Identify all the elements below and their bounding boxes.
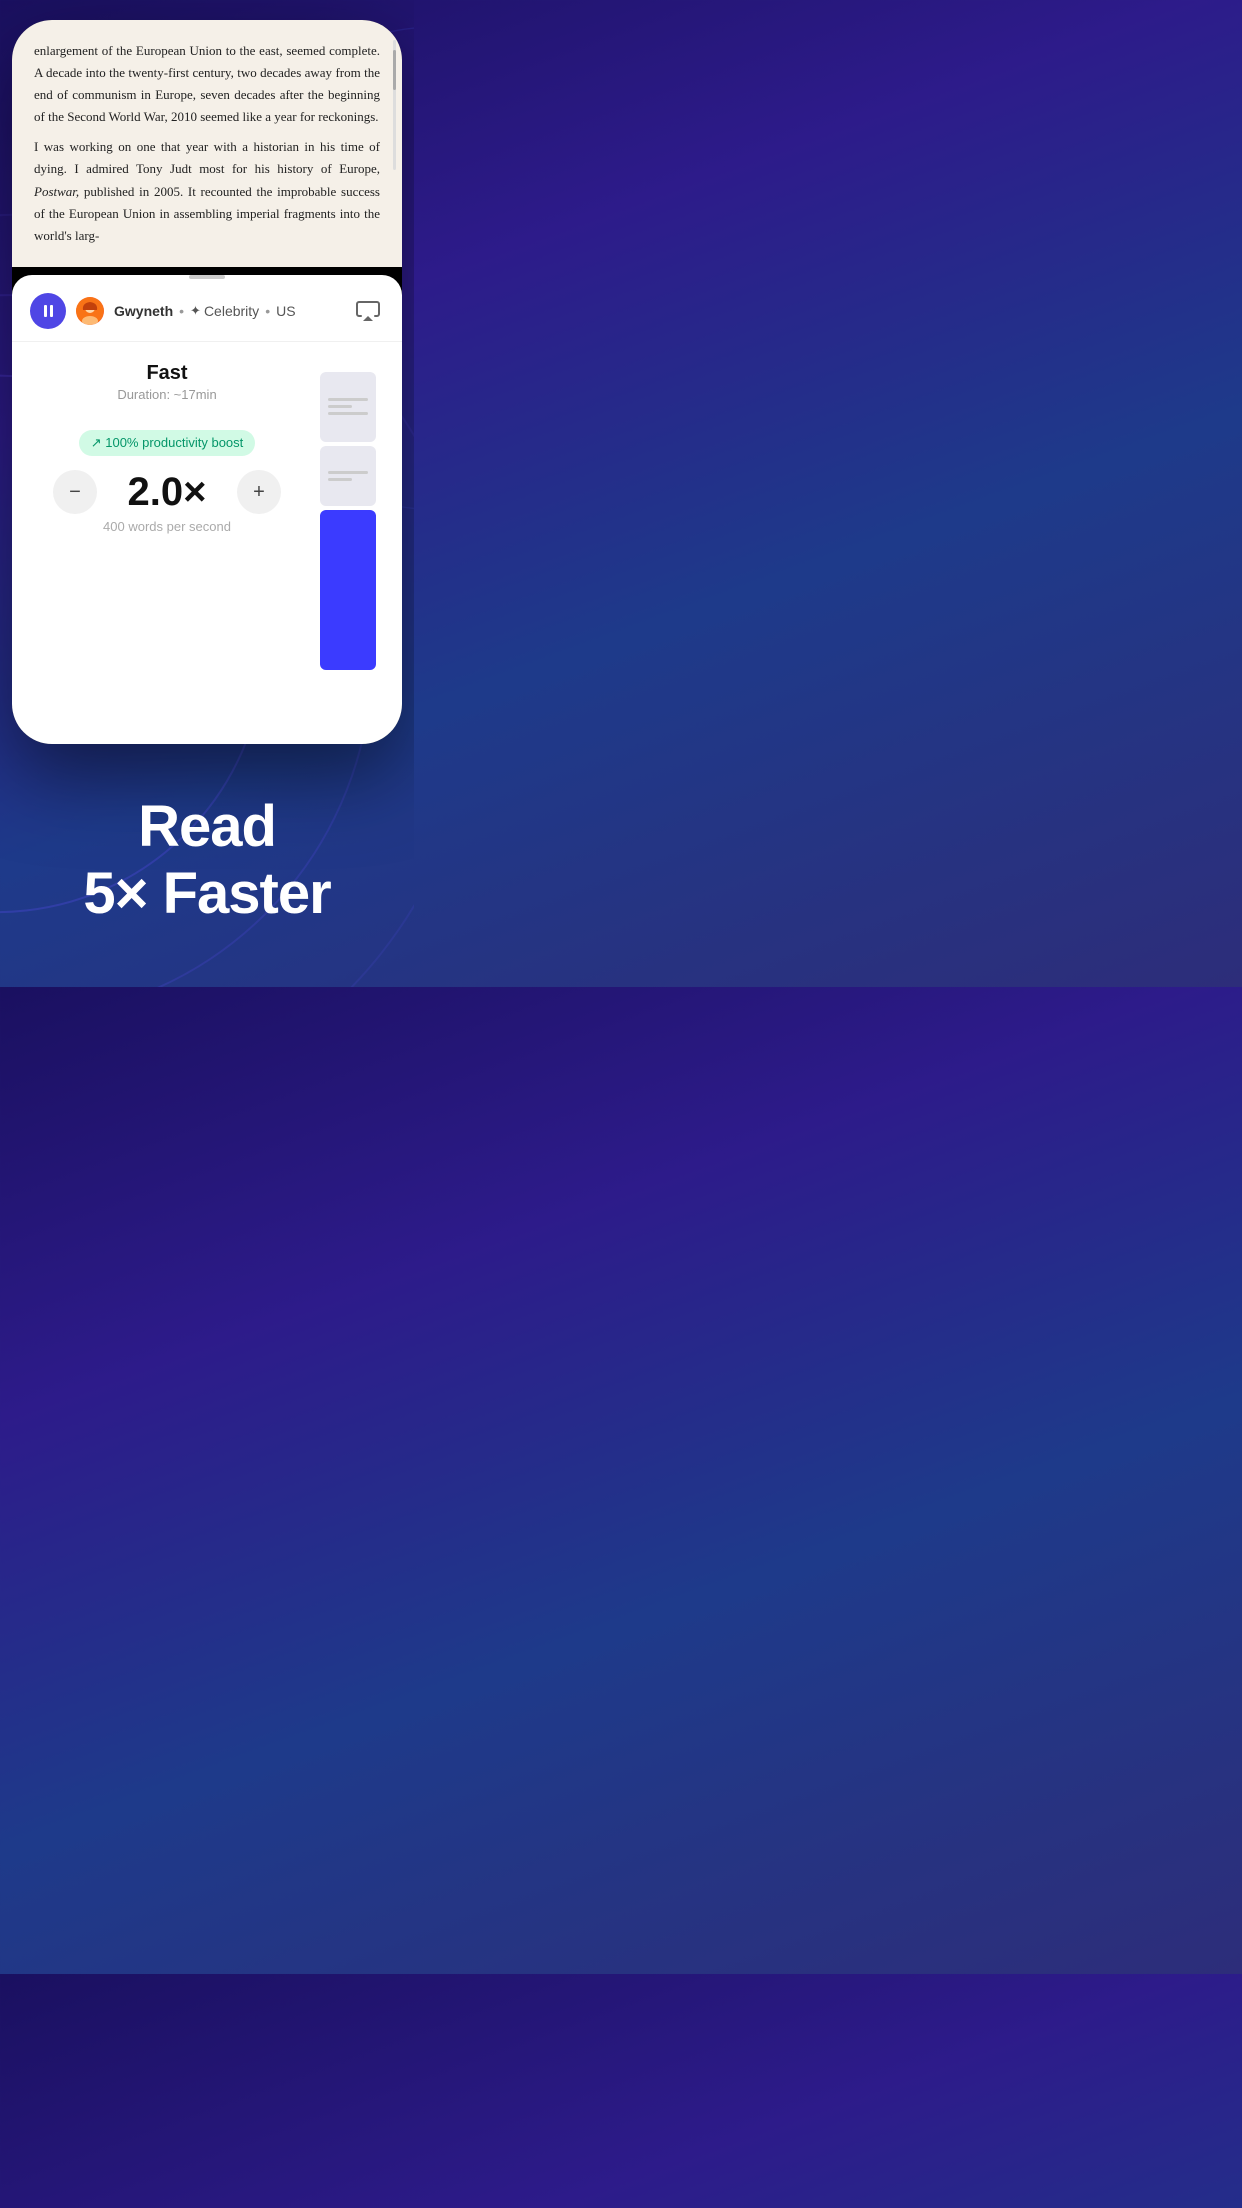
pause-button[interactable] [30,293,66,329]
slider-segment-top [320,372,376,442]
sparkle-icon: ✦ [190,303,201,319]
bottom-spacer [12,684,402,714]
pause-icon [44,305,53,317]
badge-text: ↗ 100% productivity boost [91,435,244,451]
book-paragraph-2-start: I was working on one that year with a hi… [34,139,380,242]
slider-line-short-2 [328,478,352,481]
speed-duration: Duration: ~17min [36,387,298,402]
speed-sheet: Gwyneth • ✦ Celebrity • US [12,275,402,744]
marketing-section: Read 5× Faster [0,744,414,987]
slider-visual[interactable] [318,362,378,674]
book-paragraph-1: enlargement of the European Union to the… [34,43,380,124]
scrollbar[interactable] [393,40,396,170]
phone-mockup: enlargement of the European Union to the… [12,20,402,744]
airplay-button[interactable] [352,295,384,327]
voice-name: Gwyneth [114,303,173,319]
productivity-badge: ↗ 100% productivity boost [79,430,256,456]
voice-category: ✦ Celebrity [190,303,259,319]
dot-1: • [179,303,184,319]
marketing-headline: Read 5× Faster [30,794,384,927]
voice-bar: Gwyneth • ✦ Celebrity • US [12,279,402,342]
speed-controls: − 2.0× + [36,470,298,515]
speed-section: Fast Duration: ~17min ↗ 100% productivit… [12,342,402,684]
slider-line-2 [328,412,368,415]
speed-value: 2.0× [117,470,217,515]
decrease-speed-button[interactable]: − [53,470,97,514]
speed-left: Fast Duration: ~17min ↗ 100% productivit… [36,362,298,674]
voice-info: Gwyneth • ✦ Celebrity • US [114,303,342,319]
dot-2: • [265,303,270,319]
slider-line [328,398,368,401]
slider-segment-active [320,510,376,670]
slider-line-3 [328,471,368,474]
slider-segment-middle [320,446,376,506]
speed-label: Fast [36,362,298,385]
marketing-line-1: Read [30,794,384,861]
wps-label: 400 words per second [36,519,298,534]
slider-line-short [328,405,352,408]
increase-speed-button[interactable]: + [237,470,281,514]
avatar [76,297,104,325]
book-text-area: enlargement of the European Union to the… [12,20,402,267]
marketing-line-2: 5× Faster [30,861,384,928]
voice-country: US [276,303,295,319]
